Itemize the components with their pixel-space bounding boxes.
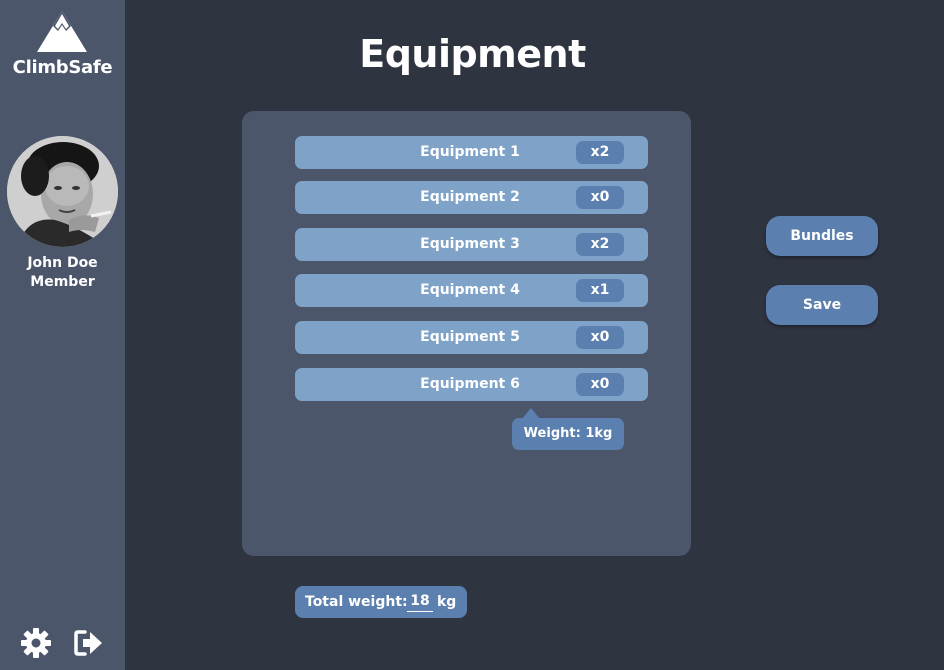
equipment-row[interactable]: Equipment 1 x2 <box>295 136 648 169</box>
brand-name: ClimbSafe <box>12 57 113 78</box>
total-weight-box: Total weight: 18 kg <box>295 586 467 618</box>
logout-icon[interactable] <box>72 627 104 659</box>
equipment-row[interactable]: Equipment 2 x0 <box>295 181 648 214</box>
page-title: Equipment <box>359 32 586 76</box>
user-name: John Doe <box>27 255 98 271</box>
app-root: ClimbSafe John Doe Member Equipment Equi… <box>0 0 944 670</box>
tooltip-text: Weight: 1kg <box>523 426 613 441</box>
equipment-quantity[interactable]: x1 <box>576 279 624 302</box>
equipment-row[interactable]: Equipment 3 x2 <box>295 228 648 261</box>
sidebar: ClimbSafe John Doe Member <box>0 0 125 670</box>
total-weight-value: 18 <box>407 592 433 612</box>
save-button[interactable]: Save <box>766 285 878 325</box>
equipment-row[interactable]: Equipment 6 x0 <box>295 368 648 401</box>
avatar[interactable] <box>7 136 118 247</box>
equipment-panel: Equipment 1 x2 Equipment 2 x0 Equipment … <box>242 111 691 556</box>
bundles-button[interactable]: Bundles <box>766 216 878 256</box>
equipment-quantity[interactable]: x0 <box>576 326 624 349</box>
mountain-icon <box>37 11 87 52</box>
gear-icon[interactable] <box>20 627 52 659</box>
total-weight-unit: kg <box>437 594 457 610</box>
user-role: Member <box>30 274 95 290</box>
equipment-quantity[interactable]: x0 <box>576 373 624 396</box>
equipment-quantity[interactable]: x0 <box>576 186 624 209</box>
weight-tooltip: Weight: 1kg <box>512 408 624 450</box>
total-weight-label: Total weight: <box>305 594 408 610</box>
equipment-quantity[interactable]: x2 <box>576 233 624 256</box>
equipment-quantity[interactable]: x2 <box>576 141 624 164</box>
tooltip-arrow <box>522 408 540 419</box>
equipment-row[interactable]: Equipment 4 x1 <box>295 274 648 307</box>
equipment-row[interactable]: Equipment 5 x0 <box>295 321 648 354</box>
avatar-photo <box>7 136 118 247</box>
